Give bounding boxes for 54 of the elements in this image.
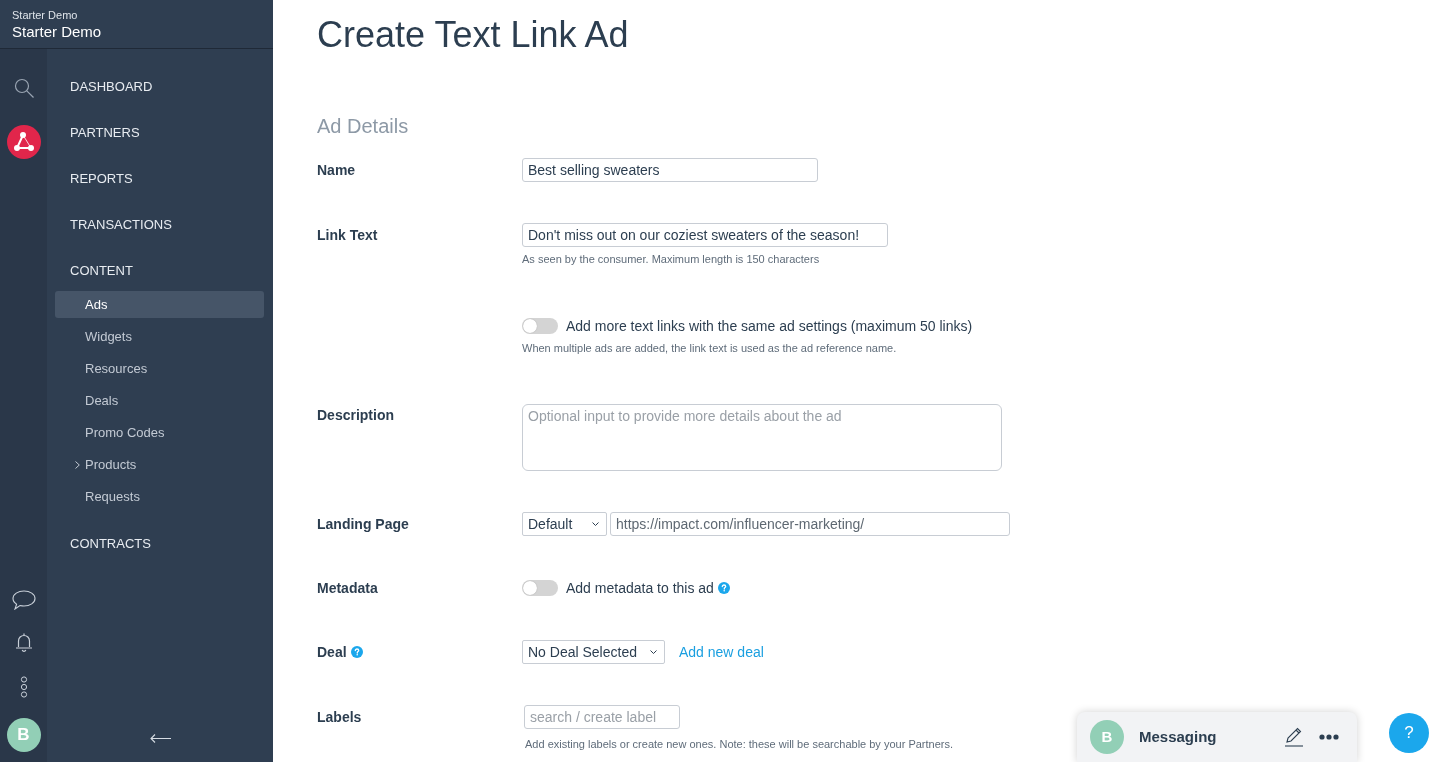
url-input[interactable]: https://impact.com/influencer-marketing/ (610, 512, 1010, 536)
nav-link[interactable]: CONTENT (70, 261, 133, 281)
nav-link[interactable]: PARTNERS (70, 123, 140, 143)
logo-icon[interactable] (6, 125, 41, 159)
description-textarea[interactable]: Optional input to provide more details about the ad (522, 404, 1002, 471)
hint-text: As seen by the consumer. Maximum length is 150 characters (522, 252, 820, 267)
nav-subitem[interactable]: Widgets (55, 323, 264, 350)
nav-subitem[interactable]: Promo Codes (55, 419, 264, 446)
more-options-icon[interactable] (1319, 734, 1339, 740)
field-label: Landing Page (317, 514, 409, 534)
more-dots-icon[interactable] (19, 676, 28, 698)
search-icon[interactable] (13, 78, 34, 98)
nav-link[interactable]: TRANSACTIONS (70, 215, 172, 235)
section-heading: Ad Details (317, 114, 409, 139)
field-label: Deal (317, 642, 347, 662)
landing-page-select[interactable]: Default (522, 512, 607, 536)
help-icon[interactable] (350, 646, 363, 658)
deal-select[interactable]: No Deal Selected (522, 640, 665, 664)
hint-text: Add existing labels or create new ones. Note: these will be searchable by your Partners. (525, 737, 953, 752)
nav-link[interactable]: CONTRACTS (70, 534, 151, 554)
label-search-input[interactable]: search / create label (524, 705, 680, 729)
toggle-switch[interactable] (522, 580, 558, 596)
chat-bubble-icon[interactable] (11, 590, 36, 610)
nav-subitem[interactable]: Requests (55, 483, 264, 510)
field-label: Description (317, 406, 394, 425)
bell-icon[interactable] (14, 632, 33, 652)
caret-icon (650, 650, 657, 654)
account-name: Starter Demo (12, 22, 102, 42)
nav-subitem[interactable]: Resources (55, 355, 264, 382)
nav-subitem[interactable]: Ads (55, 291, 264, 318)
user-avatar: B (1090, 720, 1124, 754)
help-icon[interactable] (717, 582, 730, 594)
hint-text: When multiple ads are added, the link text is used as the ad reference name. (522, 341, 897, 356)
messaging-panel[interactable]: B Messaging (1077, 712, 1357, 762)
collapse-arrow-icon[interactable] (149, 734, 171, 743)
page-title: Create Text Link Ad (317, 13, 629, 57)
text-input[interactable]: Best selling sweaters (522, 158, 818, 182)
field-label: Link Text (317, 225, 378, 245)
nav-subitem[interactable]: Deals (55, 387, 264, 414)
compose-pencil-icon[interactable] (1284, 727, 1304, 747)
nav-link[interactable]: DASHBOARD (70, 77, 153, 97)
toggle-switch[interactable] (522, 318, 558, 334)
caret-icon (592, 522, 599, 526)
messaging-title: Messaging (1139, 726, 1217, 747)
toggle-label: Add more text links with the same ad settings (maximum 50 links) (566, 316, 973, 336)
field-label: Name (317, 160, 356, 180)
nav-link[interactable]: REPORTS (70, 169, 133, 189)
field-label: Labels (317, 707, 362, 727)
chevron-right-icon[interactable] (75, 460, 80, 469)
text-input[interactable]: Don't miss out on our coziest sweaters of the season! (522, 223, 888, 247)
nav-subitem[interactable]: Products (55, 451, 264, 478)
toggle-label: Add metadata to this ad (566, 578, 714, 598)
workspace-name: Starter Demo (12, 8, 78, 22)
field-label: Metadata (317, 578, 378, 598)
